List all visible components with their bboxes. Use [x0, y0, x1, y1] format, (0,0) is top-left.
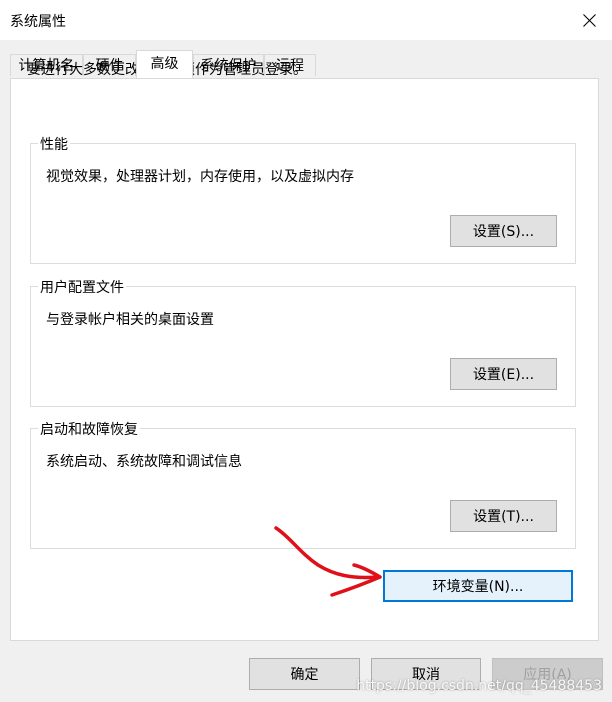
user-profiles-settings-button[interactable]: 设置(E)...	[450, 358, 557, 390]
performance-description: 视觉效果，处理器计划，内存使用，以及虚拟内存	[46, 169, 354, 185]
startup-recovery-description: 系统启动、系统故障和调试信息	[46, 454, 242, 470]
ok-button[interactable]: 确定	[249, 658, 360, 690]
environment-variables-button[interactable]: 环境变量(N)...	[383, 570, 573, 602]
user-profiles-group: 用户配置文件 与登录帐户相关的桌面设置 设置(E)...	[30, 277, 576, 407]
user-profiles-description: 与登录帐户相关的桌面设置	[46, 312, 214, 328]
performance-group-title: 性能	[38, 134, 70, 154]
close-icon	[582, 13, 596, 27]
startup-recovery-group-title: 启动和故障恢复	[38, 419, 140, 439]
watermark: https://blog.csdn.net/qq_45488453	[356, 678, 602, 694]
title-bar: 系统属性	[0, 0, 612, 40]
performance-group: 性能 视觉效果，处理器计划，内存使用，以及虚拟内存 设置(S)...	[30, 134, 576, 264]
performance-settings-button[interactable]: 设置(S)...	[450, 215, 557, 247]
tab-advanced[interactable]: 高级	[136, 50, 193, 78]
close-button[interactable]	[566, 0, 612, 40]
tab-label: 高级	[150, 56, 179, 72]
startup-recovery-settings-button[interactable]: 设置(T)...	[450, 500, 557, 532]
window-title: 系统属性	[10, 14, 66, 30]
user-profiles-group-title: 用户配置文件	[38, 277, 126, 297]
startup-recovery-group: 启动和故障恢复 系统启动、系统故障和调试信息 设置(T)...	[30, 419, 576, 549]
